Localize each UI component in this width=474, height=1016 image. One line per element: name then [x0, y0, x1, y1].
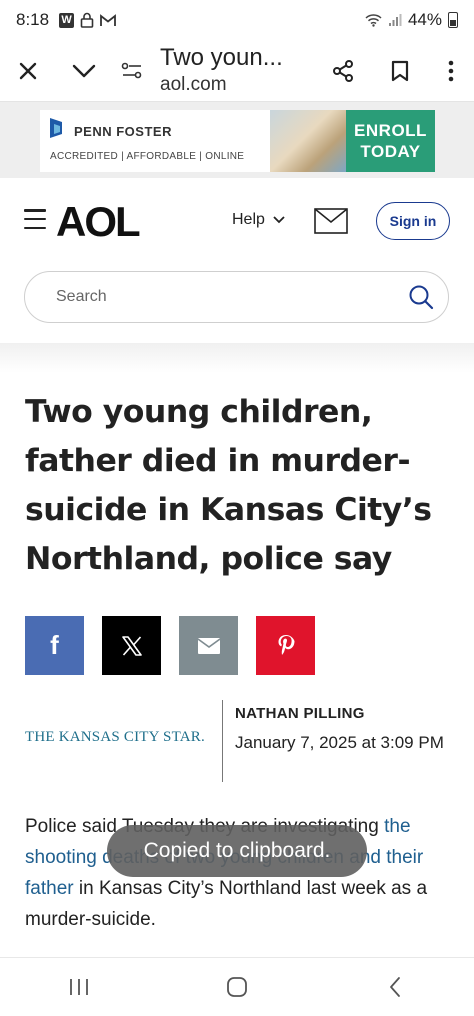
- author-name: NATHAN PILLING: [235, 705, 365, 722]
- ad-banner[interactable]: PENN FOSTER ACCREDITED | AFFORDABLE | ON…: [40, 110, 435, 172]
- share-x-button[interactable]: [102, 616, 161, 675]
- site-header: AOL Help Sign in: [0, 178, 474, 343]
- site-settings-button[interactable]: [112, 43, 152, 99]
- help-label: Help: [232, 211, 265, 228]
- clipboard-toast: Copied to clipboard.: [107, 825, 367, 877]
- wifi-icon: [365, 12, 382, 28]
- page-title: Two youn...: [160, 43, 283, 71]
- ad-cta-line1: ENROLL: [354, 121, 427, 140]
- search-icon[interactable]: [408, 284, 434, 310]
- system-nav-bar: [0, 957, 474, 1016]
- share-pinterest-button[interactable]: [256, 616, 315, 675]
- site-settings-icon: [121, 62, 142, 78]
- status-time: 8:18: [16, 10, 50, 29]
- facebook-icon: f: [50, 630, 59, 660]
- battery-icon: [448, 12, 458, 28]
- recent-apps-icon: [70, 979, 88, 995]
- close-tab-button[interactable]: [0, 43, 56, 99]
- menu-icon[interactable]: [24, 209, 46, 229]
- gmail-icon: [100, 12, 116, 28]
- ad-tagline: ACCREDITED | AFFORDABLE | ONLINE: [50, 151, 245, 162]
- page-domain: aol.com: [160, 73, 227, 95]
- battery-percent: 44%: [407, 10, 442, 29]
- more-icon: [448, 60, 454, 81]
- share-email-button[interactable]: [179, 616, 238, 675]
- address-bar[interactable]: Two youn... aol.com: [152, 44, 314, 98]
- byline-divider: [222, 700, 223, 782]
- w-app-icon: W: [59, 12, 75, 28]
- status-bar: 8:18 W 44%: [0, 0, 474, 40]
- chevron-down-icon: [273, 216, 285, 224]
- recent-apps-button[interactable]: [39, 962, 119, 1012]
- bookmark-button[interactable]: [372, 43, 428, 99]
- search-bar[interactable]: [24, 271, 449, 323]
- home-button[interactable]: [197, 962, 277, 1012]
- byline: THE KANSAS CITY STAR. NATHAN PILLING Jan…: [25, 700, 455, 782]
- back-button[interactable]: [355, 962, 435, 1012]
- back-icon: [390, 977, 400, 997]
- ad-brand: PENN FOSTER: [74, 124, 172, 139]
- share-facebook-button[interactable]: f: [25, 616, 84, 675]
- pinterest-icon: [278, 634, 294, 655]
- share-buttons: f: [25, 616, 315, 675]
- sign-in-button[interactable]: Sign in: [376, 202, 450, 240]
- article-headline: Two young children, father died in murde…: [25, 394, 432, 577]
- signal-icon: [388, 12, 402, 28]
- mail-icon: [314, 208, 348, 234]
- publish-date: January 7, 2025 at 3:09 PM: [235, 733, 444, 752]
- minimize-button[interactable]: [56, 43, 112, 99]
- header-divider: [0, 343, 474, 373]
- chevron-down-icon: [72, 64, 96, 77]
- more-options-button[interactable]: [428, 43, 474, 99]
- ad-container: PENN FOSTER ACCREDITED | AFFORDABLE | ON…: [0, 102, 474, 178]
- share-button[interactable]: [314, 43, 372, 99]
- email-icon: [197, 637, 220, 654]
- penn-foster-logo-icon: [50, 118, 62, 138]
- ad-cta-line2: TODAY: [360, 142, 421, 161]
- bookmark-icon: [391, 60, 409, 81]
- lock-icon: [80, 12, 94, 28]
- mail-button[interactable]: [314, 208, 348, 239]
- share-icon: [333, 59, 353, 82]
- x-icon: [121, 635, 142, 656]
- help-menu[interactable]: Help: [232, 211, 285, 229]
- search-input[interactable]: [56, 288, 408, 306]
- ad-photo: [270, 110, 346, 172]
- ad-brand-area: PENN FOSTER ACCREDITED | AFFORDABLE | ON…: [40, 110, 270, 172]
- close-icon: [19, 62, 37, 79]
- browser-toolbar: Two youn... aol.com: [0, 40, 474, 102]
- body-text-part2: in Kansas City’s Northland last week as …: [25, 878, 428, 930]
- aol-logo[interactable]: AOL: [56, 198, 141, 246]
- home-icon: [227, 977, 247, 997]
- source-name[interactable]: THE KANSAS CITY STAR.: [25, 729, 205, 746]
- ad-enroll-button[interactable]: ENROLL TODAY: [346, 110, 435, 172]
